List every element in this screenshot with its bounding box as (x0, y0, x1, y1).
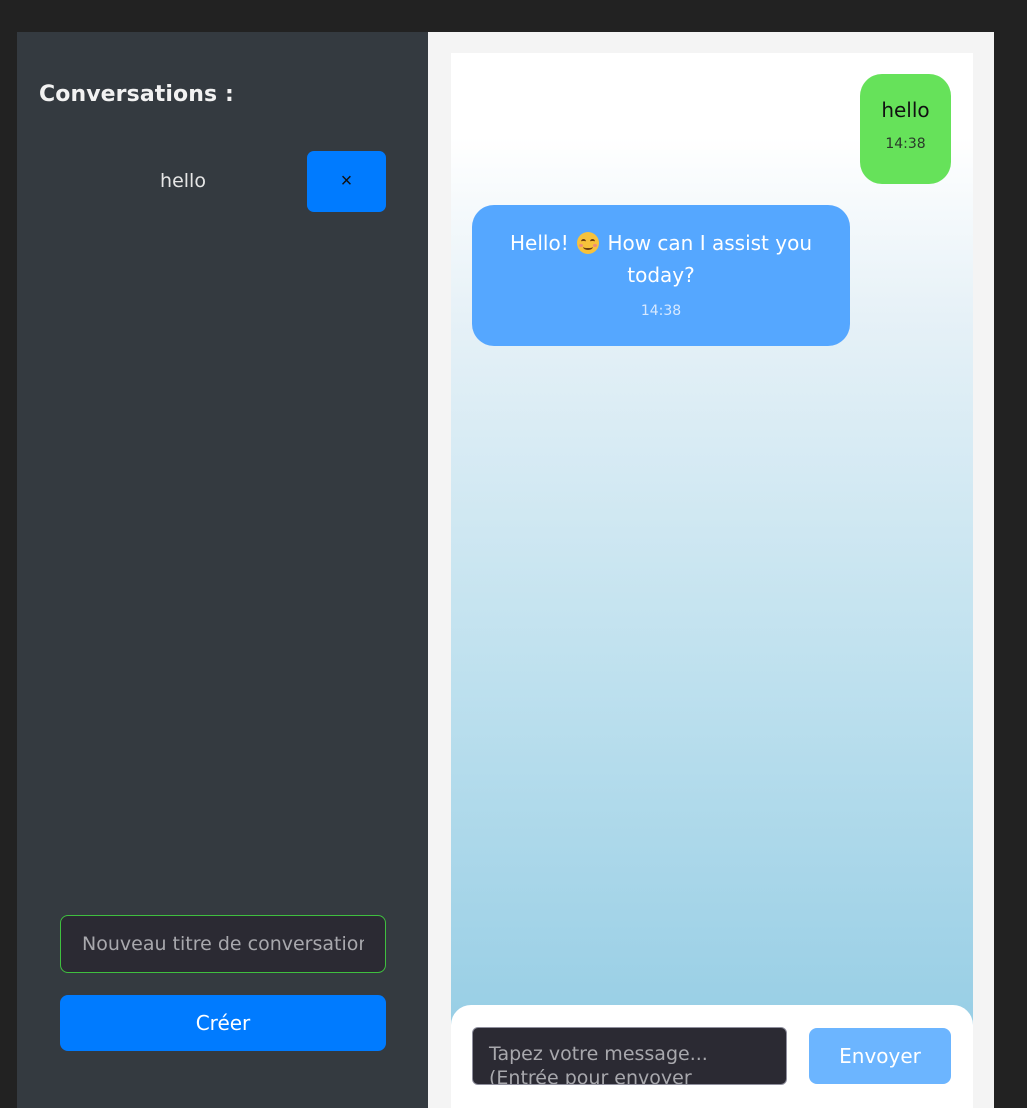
message-text-start: Hello! (510, 231, 569, 255)
message-input[interactable] (472, 1027, 787, 1085)
message-list[interactable]: hello 14:38 Hello! How can I assist you … (451, 53, 973, 1108)
conversation-item: hello × (39, 151, 386, 212)
send-button[interactable]: Envoyer (809, 1028, 951, 1084)
message-text: Hello! How can I assist you today? (502, 227, 820, 291)
new-conversation-title-input[interactable] (60, 915, 386, 973)
conversations-sidebar: Conversations : hello × Créer (17, 32, 428, 1108)
chat-area: hello 14:38 Hello! How can I assist you … (428, 32, 994, 1108)
create-conversation-button[interactable]: Créer (60, 995, 386, 1051)
conversation-title[interactable]: hello (39, 151, 327, 212)
app-window: Conversations : hello × Créer hello 14:3… (17, 32, 994, 1108)
delete-conversation-button[interactable]: × (307, 151, 386, 212)
message-composer: Envoyer (451, 1005, 973, 1108)
assistant-message-bubble: Hello! How can I assist you today? 14:38 (472, 205, 850, 346)
message-text: hello (881, 98, 930, 122)
user-message-bubble: hello 14:38 (860, 74, 951, 184)
smiling-face-emoji-icon (577, 232, 600, 254)
message-text-end: How can I assist you today? (607, 231, 812, 287)
message-timestamp: 14:38 (885, 136, 926, 152)
sidebar-title: Conversations : (39, 82, 234, 107)
message-timestamp: 14:38 (640, 303, 682, 319)
